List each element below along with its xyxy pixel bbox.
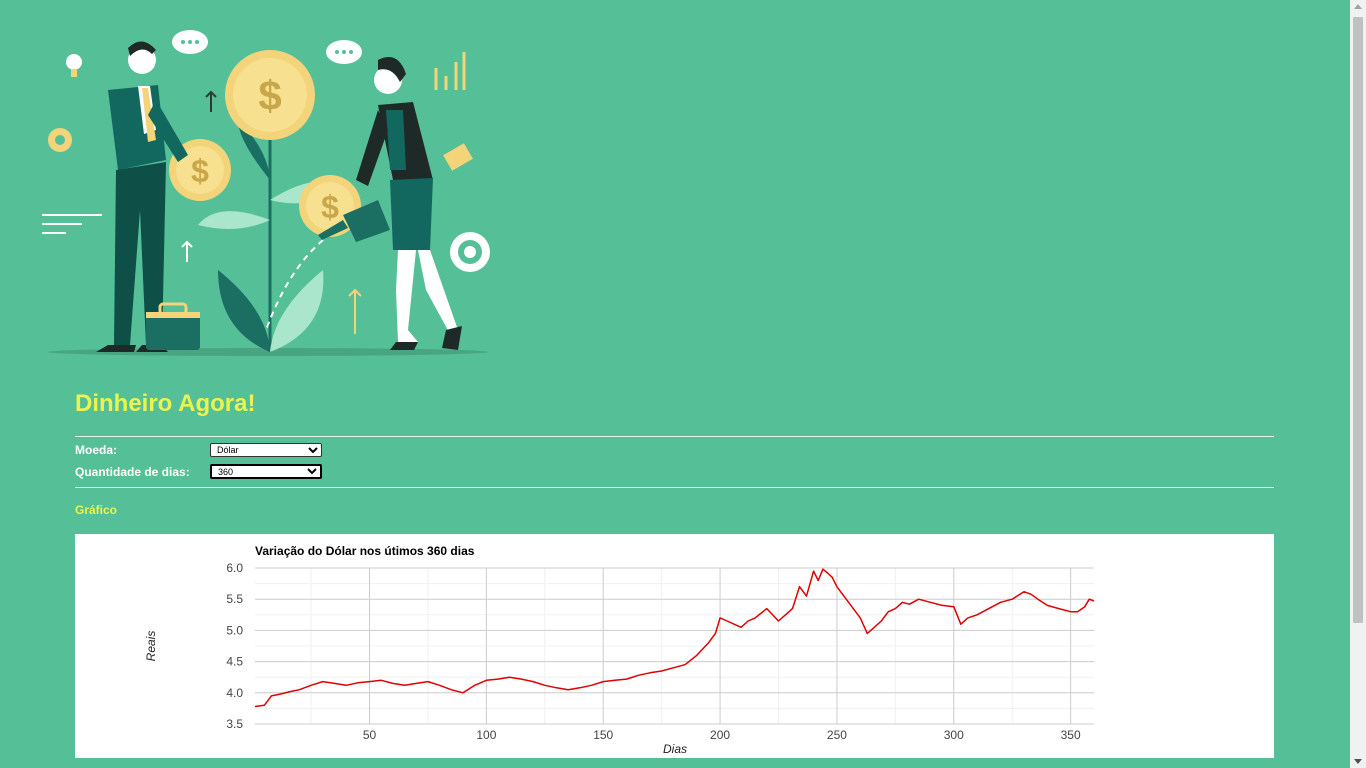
x-tick-label: 150 [593, 728, 613, 742]
line-chart: Variação do Dólar nos útimos 360 dias Di… [144, 544, 1095, 756]
hero-illustration: $ $ $ [42, 30, 490, 356]
arrow-up-icon [181, 240, 193, 262]
divider [75, 436, 1274, 437]
y-tick-label: 4.5 [226, 655, 243, 669]
lightbulb-icon [66, 54, 82, 77]
chart-title: Variação do Dólar nos útimos 360 dias [255, 544, 475, 558]
gear-icon [48, 128, 72, 152]
scroll-up-icon[interactable] [1354, 4, 1362, 9]
scroll-thumb[interactable] [1353, 17, 1363, 623]
section-title: Gráfico [75, 503, 118, 517]
divider [75, 487, 1274, 488]
x-tick-label: 50 [363, 728, 377, 742]
vertical-scrollbar[interactable] [1350, 0, 1366, 768]
dias-select[interactable]: 360 [210, 464, 322, 479]
y-axis-label: Reais [144, 631, 158, 662]
series-line [254, 568, 1095, 708]
moeda-select[interactable]: Dólar [210, 443, 322, 457]
scroll-down-icon[interactable] [1354, 759, 1362, 764]
coin-icon: $ [225, 50, 315, 140]
chart-panel: Variação do Dólar nos útimos 360 dias Di… [75, 534, 1274, 758]
svg-text:$: $ [191, 153, 209, 189]
envelope-icon [443, 143, 473, 171]
gear-icon [450, 232, 490, 272]
page-title: Dinheiro Agora! [75, 390, 256, 417]
speed-lines-icon [42, 214, 102, 234]
y-tick-label: 6.0 [226, 561, 243, 575]
y-tick-label: 5.0 [226, 623, 243, 637]
arrow-up-icon [348, 288, 362, 334]
x-tick-label: 100 [476, 728, 496, 742]
bar-chart-icon [434, 52, 466, 90]
x-tick-label: 200 [710, 728, 730, 742]
y-tick-label: 5.5 [226, 592, 243, 606]
x-axis-label: Dias [663, 742, 687, 756]
x-tick-label: 300 [944, 728, 964, 742]
arrow-up-icon [205, 90, 217, 112]
x-tick-label: 350 [1061, 728, 1081, 742]
y-tick-label: 4.0 [226, 686, 243, 700]
chat-bubble-icon [172, 30, 208, 54]
dias-label: Quantidade de dias: [75, 465, 190, 479]
y-tick-label: 3.5 [226, 717, 243, 731]
chat-bubble-icon [326, 40, 362, 64]
svg-text:$: $ [258, 72, 281, 119]
svg-text:$: $ [321, 189, 339, 225]
x-tick-label: 250 [827, 728, 847, 742]
moeda-label: Moeda: [75, 443, 117, 457]
